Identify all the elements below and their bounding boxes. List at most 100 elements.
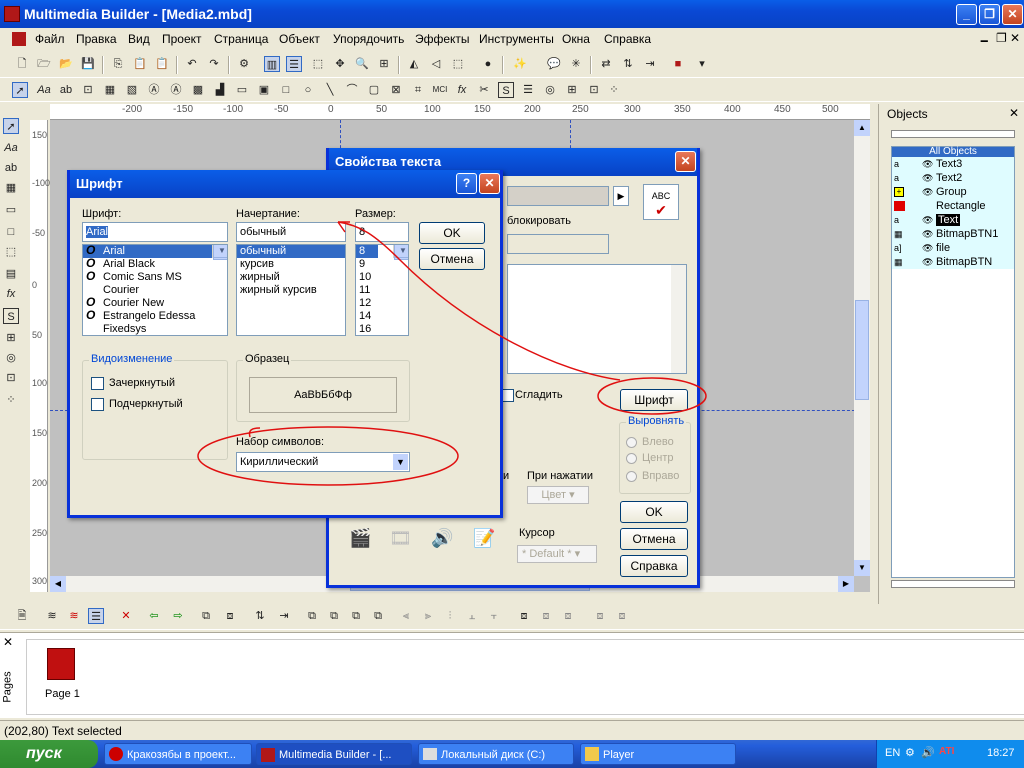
objects-list[interactable]: All Objects a 👁 Text3 a 👁 Text2 + 👁 Group Rect… — [891, 146, 1015, 578]
object-item-group[interactable]: + 👁 Group — [892, 185, 1014, 199]
eye-icon[interactable]: 👁 — [922, 157, 933, 171]
pages-close-icon[interactable]: ✕ — [3, 635, 13, 649]
dropdown-arrow-icon[interactable]: ▾ — [694, 56, 710, 72]
layer-selected-icon[interactable]: ☰ — [88, 608, 104, 624]
chevron-down-icon[interactable]: ▼ — [393, 454, 408, 470]
order-icon[interactable]: ⇅ — [252, 608, 268, 624]
menu-view[interactable]: Вид — [128, 32, 150, 46]
image-map-tool-icon[interactable]: ⌗ — [410, 82, 426, 98]
menu-tools[interactable]: Инструменты — [479, 32, 554, 46]
move-icon[interactable]: ✥ — [332, 56, 348, 72]
paint-tool-icon[interactable]: ▟ — [212, 82, 228, 98]
size-list-item[interactable]: 10 — [356, 271, 408, 284]
new-icon[interactable]: 🗋 — [14, 56, 30, 72]
cursor-dropdown[interactable]: * Default * ▾ — [517, 545, 597, 563]
region-tool-icon[interactable]: ▢ — [366, 82, 382, 98]
scroll-thumb[interactable] — [855, 300, 869, 400]
app-icon[interactable] — [4, 6, 20, 22]
pointer-icon[interactable]: ➚ — [12, 82, 28, 98]
volume-icon[interactable]: 🔊 — [921, 746, 935, 759]
bring-front-icon[interactable]: ⧉ — [304, 608, 320, 624]
font-list-item[interactable]: Arial — [83, 245, 227, 258]
object-item-rectangle[interactable]: Rectangle — [892, 199, 1014, 213]
eye-icon[interactable]: 👁 — [922, 227, 933, 241]
panel-splitter[interactable] — [891, 130, 1015, 138]
open-file-icon[interactable]: 🗁 — [36, 56, 52, 72]
ati-icon[interactable]: ATI — [939, 746, 954, 757]
underline-checkbox[interactable] — [91, 398, 104, 411]
color-dropdown[interactable]: Цвет ▾ — [527, 486, 589, 504]
text-button-tool-icon[interactable]: Ⓐ — [168, 82, 184, 98]
charset-dropdown[interactable]: Кириллический ▼ — [236, 452, 410, 472]
space-h-icon[interactable]: ⧈ — [592, 608, 608, 624]
help-icon[interactable]: ? — [456, 173, 477, 194]
align-center-radio[interactable] — [626, 453, 637, 464]
cut-icon[interactable]: ✂ — [476, 82, 492, 98]
menu-project[interactable]: Проект — [162, 32, 202, 46]
function-tool-icon[interactable]: fx — [454, 82, 470, 98]
transform-icon[interactable]: ⧈ — [222, 608, 238, 624]
align-left-radio[interactable] — [626, 437, 637, 448]
size-list-item[interactable]: 12 — [356, 297, 408, 310]
text-tool-icon[interactable]: Aa — [3, 140, 19, 156]
forward-arrow-icon[interactable]: ⇨ — [170, 608, 186, 624]
menu-file[interactable]: Файл — [35, 32, 65, 46]
redo-icon[interactable]: ↷ — [206, 56, 222, 72]
copy-icon[interactable]: ⎘ — [110, 56, 126, 72]
style-list-item[interactable]: жирный курсив — [237, 284, 345, 297]
style-list[interactable]: обычный курсив жирный жирный курсив — [236, 244, 346, 336]
menu-edit[interactable]: Правка — [76, 32, 117, 46]
task-multimedia-builder[interactable]: Multimedia Builder - [... — [256, 743, 412, 765]
font-size-input[interactable]: 8 — [355, 222, 409, 242]
size-list-item[interactable]: 14 — [356, 310, 408, 323]
mci-tool-icon[interactable]: MCI — [432, 82, 448, 98]
font-list-item[interactable]: Courier New — [83, 297, 227, 310]
font-list-item[interactable]: Comic Sans MS — [83, 271, 227, 284]
function-tool-icon[interactable]: fx — [3, 286, 19, 302]
duplicate-icon[interactable]: ⧉ — [198, 608, 214, 624]
polygon-tool-icon[interactable]: ⌒ — [344, 82, 360, 98]
rectangle-tool-icon[interactable]: □ — [3, 224, 19, 240]
menu-object[interactable]: Объект — [279, 32, 320, 46]
mci-tool-icon[interactable]: ⊡ — [3, 370, 19, 386]
rectangle-tool-icon[interactable]: □ — [278, 82, 294, 98]
zoom-icon[interactable]: 🔍 — [354, 56, 370, 72]
bitmap-button-tool-icon[interactable]: ▧ — [124, 82, 140, 98]
line-tool-icon[interactable]: ╲ — [322, 82, 338, 98]
debug-icon[interactable]: ✳ — [568, 56, 584, 72]
image-tool-icon[interactable]: ▦ — [102, 82, 118, 98]
same-width-icon[interactable]: ⧈ — [516, 608, 532, 624]
send-back-icon[interactable]: ⧉ — [326, 608, 342, 624]
mdi-restore-icon[interactable]: ❐ — [996, 31, 1007, 45]
align-right-icon[interactable]: ⫶ — [442, 608, 458, 624]
speaker-icon[interactable]: 🔊 — [431, 528, 453, 549]
same-size-icon[interactable]: ⧈ — [560, 608, 576, 624]
object-item-text2[interactable]: a 👁 Text2 — [892, 171, 1014, 185]
align-right-radio[interactable] — [626, 471, 637, 482]
style-list-item[interactable]: жирный — [237, 271, 345, 284]
font-list[interactable]: Arial Arial Black Comic Sans MS Courier … — [82, 244, 228, 336]
page-properties-icon[interactable]: 🗎 — [14, 608, 30, 624]
plugin-tool-icon[interactable]: ⊞ — [3, 330, 19, 346]
export-icon[interactable]: ⇥ — [642, 56, 658, 72]
menu-page[interactable]: Страница — [214, 32, 268, 46]
ok-button[interactable]: OK — [620, 501, 688, 523]
close-button[interactable]: ✕ — [1002, 4, 1023, 25]
build-icon[interactable]: ⚙ — [236, 56, 252, 72]
canvas-vertical-scrollbar[interactable]: ▲ ▼ — [854, 120, 870, 576]
lock-field[interactable] — [507, 234, 609, 254]
page-name[interactable]: Page 1 — [45, 688, 80, 700]
scroll-down-icon[interactable]: ▼ — [213, 245, 227, 258]
eye-icon[interactable]: 👁 — [922, 255, 933, 269]
font-cancel-button[interactable]: Отмена — [419, 248, 485, 270]
note-icon[interactable]: 📝 — [473, 528, 495, 549]
pointer-tool-icon[interactable]: ➚ — [3, 118, 19, 134]
panel-splitter[interactable] — [891, 580, 1015, 588]
export-icon[interactable]: ⇥ — [276, 608, 292, 624]
menu-effects[interactable]: Эффекты — [415, 32, 470, 46]
eye-icon[interactable]: 👁 — [922, 185, 933, 199]
font-name-input[interactable]: Arial — [82, 222, 228, 242]
arrow-right-icon[interactable]: ▶ — [613, 186, 629, 206]
menu-arrange[interactable]: Упорядочить — [333, 32, 404, 46]
sort-icon[interactable]: ⇅ — [620, 56, 636, 72]
